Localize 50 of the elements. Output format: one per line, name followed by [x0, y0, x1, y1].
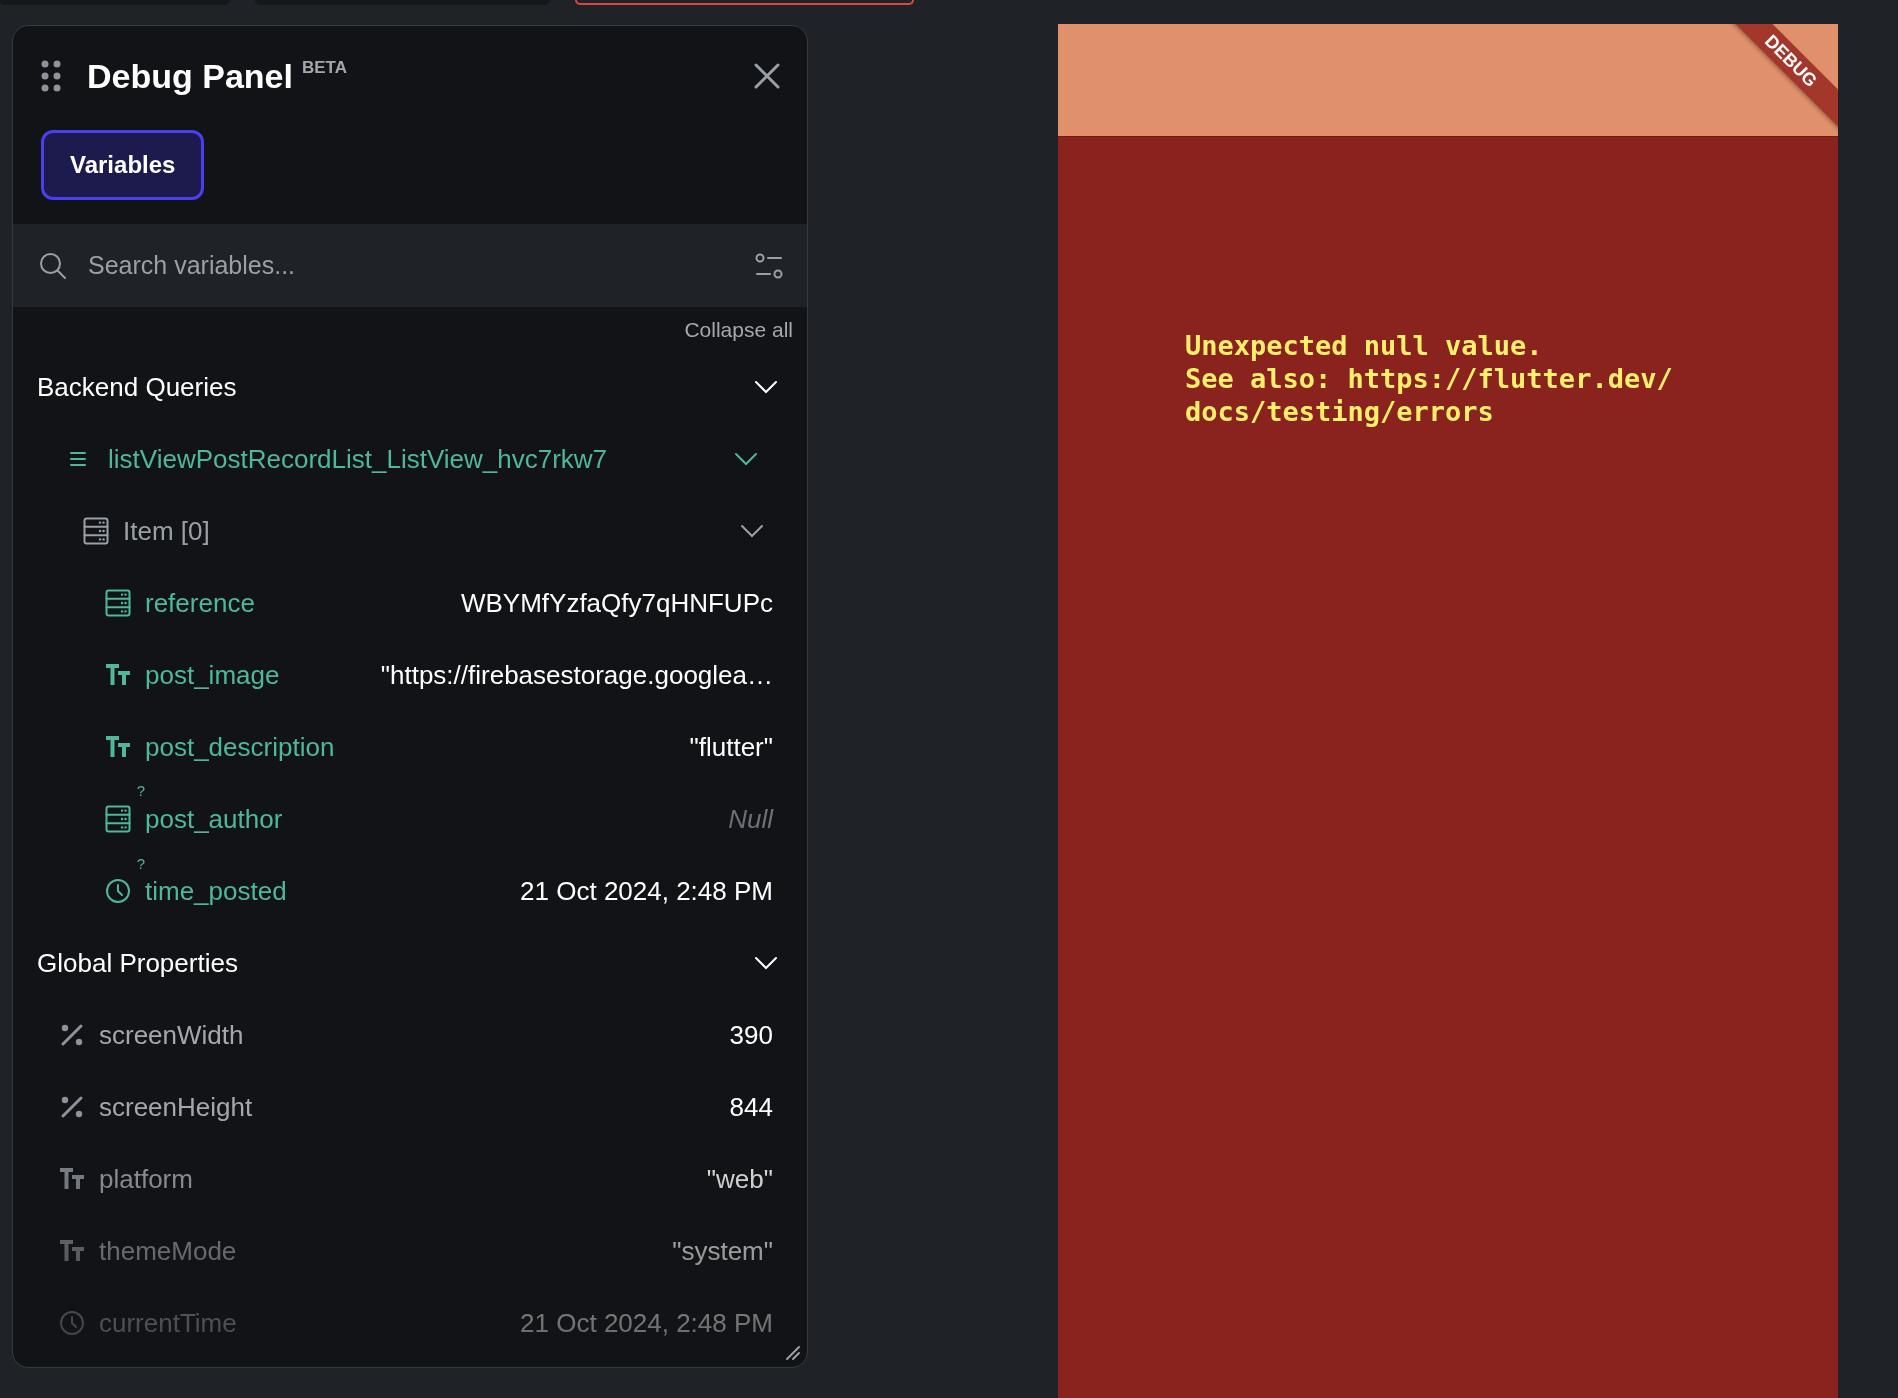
database-icon: [105, 805, 131, 833]
variables-tab[interactable]: Variables: [41, 130, 205, 200]
text-type-icon: [58, 1239, 86, 1263]
resize-handle-icon[interactable]: [783, 1343, 801, 1361]
variable-value: "system": [672, 1235, 773, 1267]
variable-name: reference: [145, 587, 255, 619]
clock-icon: [105, 878, 131, 904]
drag-handle-icon[interactable]: [41, 60, 61, 92]
variable-name: time_posted: [145, 875, 287, 907]
variable-name: post_description: [145, 731, 335, 763]
variable-value: "web": [706, 1163, 773, 1195]
variable-name: screenWidth: [99, 1019, 244, 1051]
percent-icon: [59, 1022, 85, 1048]
variable-value: "https://firebasestorage.googlea…: [380, 659, 773, 691]
database-icon: [105, 589, 131, 617]
node-name: listViewPostRecordList_ListView_hvc7rkw7: [108, 443, 608, 475]
clock-icon: [59, 1310, 85, 1336]
panel-title: Debug Panel: [87, 56, 293, 97]
section-title[interactable]: Global Properties: [37, 947, 238, 979]
text-type-icon: [58, 1167, 86, 1191]
nullable-mark: ?: [136, 783, 145, 799]
beta-label: BETA: [301, 58, 347, 78]
list-icon: [68, 449, 88, 469]
nullable-mark: ?: [136, 856, 145, 872]
database-icon: [83, 517, 109, 545]
search-icon: [38, 250, 68, 281]
filter-icon[interactable]: [755, 251, 783, 280]
variable-value: WBYMfYzfaQfy7qHNFUPc: [460, 587, 773, 619]
percent-icon: [59, 1094, 85, 1120]
collapse-all-link[interactable]: Collapse all: [684, 315, 793, 351]
variable-value: 390: [729, 1019, 773, 1051]
text-type-icon: [104, 735, 132, 759]
variable-name: post_image: [145, 659, 280, 691]
variable-name: themeMode: [99, 1235, 237, 1267]
variable-name: platform: [99, 1163, 193, 1195]
variable-name: screenHeight: [99, 1091, 253, 1123]
search-field[interactable]: Search variables...: [88, 245, 755, 286]
variable-value: 844: [729, 1091, 773, 1123]
variable-value: 21 Oct 2024, 2:48 PM: [520, 1307, 773, 1339]
search-bar[interactable]: Search variables...: [13, 224, 807, 307]
variable-name: currentTime: [99, 1307, 237, 1339]
node-name: Item [0]: [123, 515, 210, 547]
variable-value: "flutter": [689, 731, 773, 763]
variable-name: post_author: [145, 803, 283, 835]
variable-value: 21 Oct 2024, 2:48 PM: [520, 875, 773, 907]
text-type-icon: [104, 663, 132, 687]
close-icon[interactable]: [753, 62, 781, 90]
variable-value: Null: [728, 803, 773, 835]
error-message: Unexpected null value. See also: https://flutter.dev/ docs/testing/errors: [1185, 329, 1674, 428]
section-title[interactable]: Backend Queries: [37, 371, 237, 403]
